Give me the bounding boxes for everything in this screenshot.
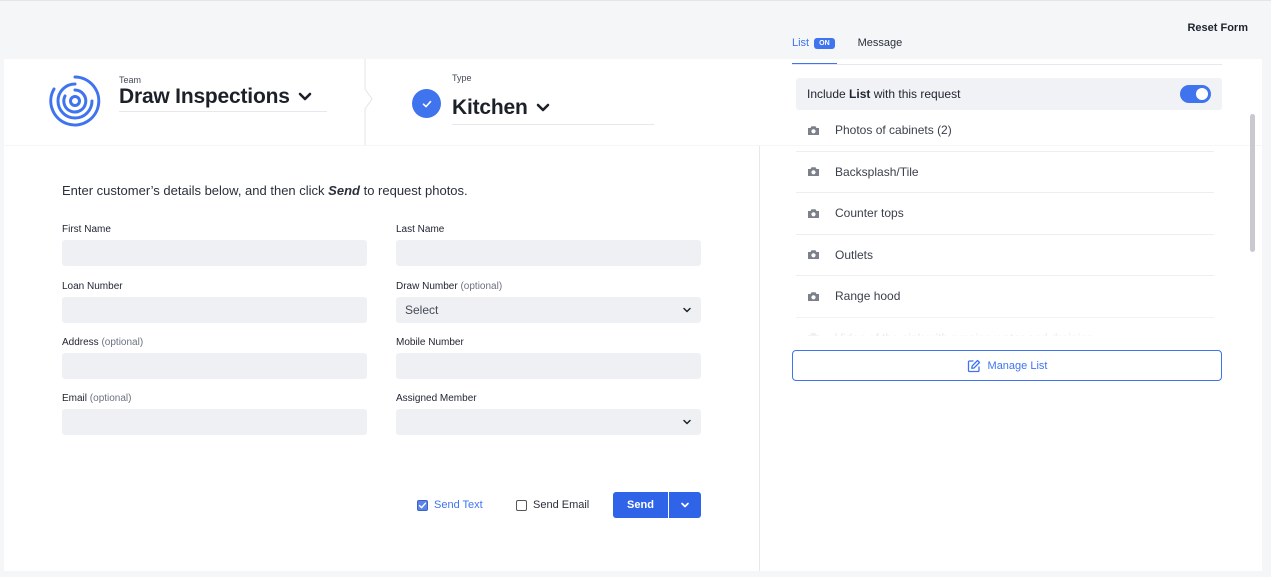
team-label: Team xyxy=(119,75,142,85)
list-item[interactable]: Backsplash/Tile xyxy=(796,152,1214,193)
include-list-label: Include List with this request xyxy=(807,87,961,101)
list-item-label: Range hood xyxy=(835,289,901,304)
last-name-input[interactable] xyxy=(396,240,701,266)
draw-number-value: Select xyxy=(405,303,439,317)
email-input[interactable] xyxy=(62,409,367,435)
mobile-number-field: Mobile Number xyxy=(396,337,701,379)
assigned-member-label: Assigned Member xyxy=(396,393,477,404)
list-item[interactable]: Outlets xyxy=(796,235,1214,276)
header-divider xyxy=(364,59,373,145)
list-item-label: Backsplash/Tile xyxy=(835,164,919,179)
chevron-down-icon xyxy=(683,307,691,313)
manage-list-button[interactable]: Manage List xyxy=(792,350,1222,381)
panel-divider xyxy=(759,146,760,571)
checkmark-icon xyxy=(418,502,427,508)
send-options-button[interactable] xyxy=(669,492,701,518)
team-logo-icon xyxy=(49,75,101,127)
send-text-checkbox[interactable] xyxy=(417,499,428,511)
type-label: Type xyxy=(452,73,472,83)
email-label: Email (optional) xyxy=(62,393,132,404)
tab-list[interactable]: List ON xyxy=(792,37,837,65)
first-name-label: First Name xyxy=(62,224,111,235)
assigned-member-field: Assigned Member xyxy=(396,393,701,435)
draw-number-label: Draw Number (optional) xyxy=(396,281,503,292)
scrollbar[interactable] xyxy=(1250,114,1255,252)
panel-tabs: List ON Message xyxy=(792,37,902,65)
camera-icon xyxy=(808,167,819,177)
loan-number-field: Loan Number xyxy=(62,281,367,323)
mobile-number-label: Mobile Number xyxy=(396,337,464,348)
include-list-toggle[interactable] xyxy=(1180,85,1211,103)
list-fade xyxy=(796,316,1214,338)
chevron-down-icon[interactable] xyxy=(298,90,312,104)
loan-number-label: Loan Number xyxy=(62,281,123,292)
camera-icon xyxy=(808,209,819,218)
draw-number-field: Draw Number (optional) Select xyxy=(396,281,701,323)
send-text-option[interactable]: Send Text xyxy=(417,492,483,518)
team-selector[interactable]: Team Draw Inspections xyxy=(119,75,327,112)
list-item-label: Counter tops xyxy=(835,206,904,221)
list-item[interactable]: Photos of cabinets (2) xyxy=(796,110,1214,152)
tab-underline xyxy=(792,64,1222,65)
address-input[interactable] xyxy=(62,353,367,379)
status-badge: ON xyxy=(814,38,835,49)
list-item-label: Outlets xyxy=(835,247,874,262)
send-text-label: Send Text xyxy=(434,499,483,511)
camera-icon xyxy=(808,126,819,135)
last-name-field: Last Name xyxy=(396,224,701,266)
chevron-down-icon xyxy=(683,419,691,425)
tab-message[interactable]: Message xyxy=(858,37,903,65)
photo-list: Photos of cabinets (2) Backsplash/Tile Cou… xyxy=(796,110,1214,336)
list-item[interactable]: Range hood xyxy=(796,276,1214,318)
type-value: Kitchen xyxy=(452,95,528,119)
first-name-field: First Name xyxy=(62,224,367,266)
mobile-number-input[interactable] xyxy=(396,353,701,379)
last-name-label: Last Name xyxy=(396,224,445,235)
intro-text: Enter customer’s details below, and then… xyxy=(62,183,468,198)
address-label: Address (optional) xyxy=(62,337,144,348)
tab-list-label: List xyxy=(792,37,810,49)
send-email-option[interactable]: Send Email xyxy=(516,492,589,518)
address-field: Address (optional) xyxy=(62,337,367,379)
team-value: Draw Inspections xyxy=(119,84,290,108)
manage-list-label: Manage List xyxy=(987,359,1048,372)
draw-number-select[interactable]: Select xyxy=(396,297,701,323)
email-field: Email (optional) xyxy=(62,393,367,435)
first-name-input[interactable] xyxy=(62,240,367,266)
top-border xyxy=(0,0,1271,1)
camera-icon xyxy=(808,292,819,301)
send-email-label: Send Email xyxy=(533,499,590,511)
chevron-down-icon[interactable] xyxy=(536,101,550,115)
camera-icon xyxy=(808,250,819,260)
send-button[interactable]: Send xyxy=(613,492,668,518)
list-item[interactable]: Counter tops xyxy=(796,193,1214,235)
edit-icon xyxy=(967,359,980,372)
assigned-member-select[interactable] xyxy=(396,409,701,435)
send-email-checkbox[interactable] xyxy=(516,499,527,511)
include-list-row: Include List with this request xyxy=(796,78,1222,110)
reset-form-button[interactable]: Reset Form xyxy=(1187,22,1248,34)
list-item-label: Photos of cabinets (2) xyxy=(835,123,952,138)
chevron-down-icon xyxy=(681,502,689,508)
check-circle-icon xyxy=(412,89,441,118)
loan-number-input[interactable] xyxy=(62,297,367,323)
